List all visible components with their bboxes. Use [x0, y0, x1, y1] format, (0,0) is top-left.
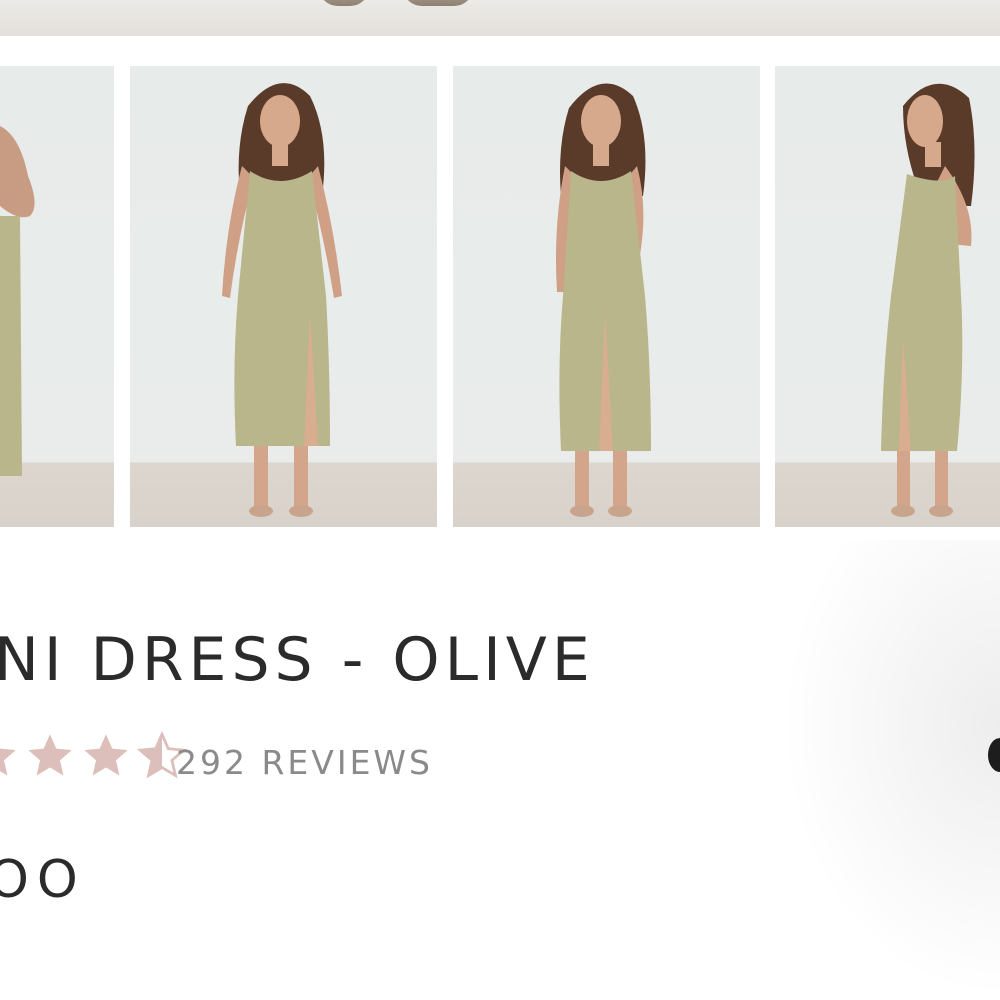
product-price: OO — [0, 850, 86, 910]
model-image — [0, 126, 35, 476]
thumbnail-1[interactable] — [0, 66, 114, 527]
product-page: NI DRESS - OLIVE 292 REVIEWS OO — [0, 0, 1000, 1000]
star-filled-icon — [84, 734, 128, 776]
reviews-link[interactable]: 292 REVIEWS — [176, 743, 433, 782]
model-image — [881, 83, 975, 517]
image-shadow — [780, 540, 1000, 1000]
rating-stars[interactable] — [0, 730, 188, 790]
product-title: NI DRESS - OLIVE — [0, 625, 595, 695]
thumbnail-3[interactable] — [453, 66, 760, 527]
edge-control[interactable] — [988, 738, 1000, 772]
shoe-detail — [402, 0, 474, 6]
main-product-image[interactable] — [0, 0, 1000, 36]
thumbnail-4[interactable] — [775, 66, 1000, 527]
model-image — [556, 83, 651, 517]
star-filled-icon — [0, 747, 16, 776]
thumbnail-2[interactable] — [130, 66, 437, 527]
model-image — [222, 83, 342, 517]
shoe-detail — [318, 0, 370, 6]
star-filled-icon — [28, 734, 72, 776]
